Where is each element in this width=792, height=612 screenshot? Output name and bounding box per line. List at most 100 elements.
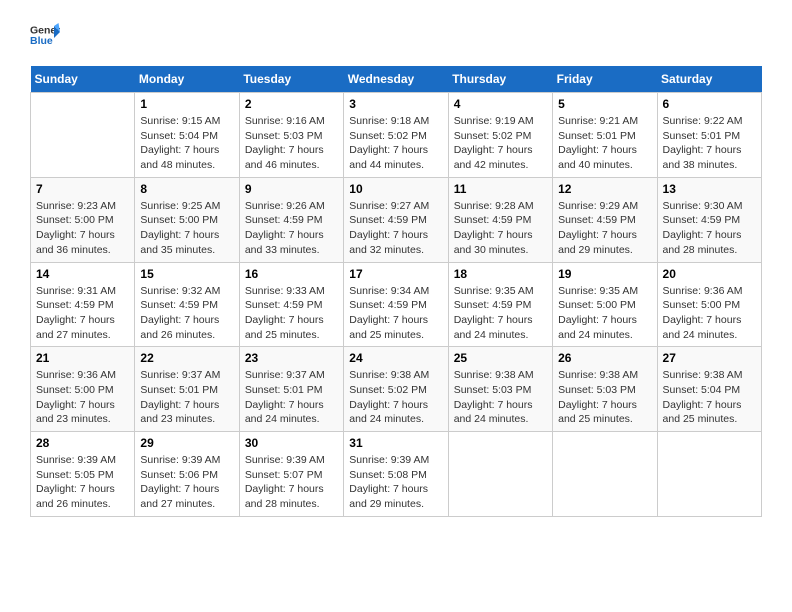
calendar-week-row: 21 Sunrise: 9:36 AMSunset: 5:00 PMDayligh… (31, 347, 762, 432)
calendar-cell: 9 Sunrise: 9:26 AMSunset: 4:59 PMDaylight… (239, 177, 343, 262)
day-info: Sunrise: 9:39 AMSunset: 5:05 PMDaylight:… (36, 453, 129, 512)
day-number: 12 (558, 182, 651, 196)
day-number: 5 (558, 97, 651, 111)
day-number: 8 (140, 182, 233, 196)
day-number: 1 (140, 97, 233, 111)
logo: General Blue (30, 20, 60, 50)
calendar-body: 1Sunrise: 9:15 AMSunset: 5:04 PMDaylight… (31, 93, 762, 517)
day-info: Sunrise: 9:26 AMSunset: 4:59 PMDaylight:… (245, 199, 338, 258)
day-number: 16 (245, 267, 338, 281)
day-info: Sunrise: 9:37 AMSunset: 5:01 PMDaylight:… (245, 368, 338, 427)
day-number: 9 (245, 182, 338, 196)
day-info: Sunrise: 9:37 AMSunset: 5:01 PMDaylight:… (140, 368, 233, 427)
header: General Blue (30, 20, 762, 50)
calendar-cell: 30 Sunrise: 9:39 AMSunset: 5:07 PMDayligh… (239, 432, 343, 517)
day-number: 14 (36, 267, 129, 281)
calendar-header-monday: Monday (135, 66, 239, 93)
day-number: 23 (245, 351, 338, 365)
calendar-week-row: 28 Sunrise: 9:39 AMSunset: 5:05 PMDayligh… (31, 432, 762, 517)
calendar-cell: 29 Sunrise: 9:39 AMSunset: 5:06 PMDayligh… (135, 432, 239, 517)
day-number: 25 (454, 351, 547, 365)
day-info: Sunrise: 9:39 AMSunset: 5:07 PMDaylight:… (245, 453, 338, 512)
day-number: 10 (349, 182, 442, 196)
calendar-week-row: 7 Sunrise: 9:23 AMSunset: 5:00 PMDaylight… (31, 177, 762, 262)
calendar-cell: 28 Sunrise: 9:39 AMSunset: 5:05 PMDayligh… (31, 432, 135, 517)
day-number: 17 (349, 267, 442, 281)
day-number: 6 (663, 97, 756, 111)
day-info: Sunrise: 9:28 AMSunset: 4:59 PMDaylight:… (454, 199, 547, 258)
day-info: Sunrise: 9:38 AMSunset: 5:03 PMDaylight:… (558, 368, 651, 427)
day-info: Sunrise: 9:36 AMSunset: 5:00 PMDaylight:… (36, 368, 129, 427)
day-info: Sunrise: 9:22 AMSunset: 5:01 PMDaylight:… (663, 114, 756, 173)
calendar-cell: 16 Sunrise: 9:33 AMSunset: 4:59 PMDayligh… (239, 262, 343, 347)
day-info: Sunrise: 9:23 AMSunset: 5:00 PMDaylight:… (36, 199, 129, 258)
calendar-week-row: 1Sunrise: 9:15 AMSunset: 5:04 PMDaylight… (31, 93, 762, 178)
day-info: Sunrise: 9:39 AMSunset: 5:06 PMDaylight:… (140, 453, 233, 512)
day-info: Sunrise: 9:36 AMSunset: 5:00 PMDaylight:… (663, 284, 756, 343)
calendar-cell: 10 Sunrise: 9:27 AMSunset: 4:59 PMDayligh… (344, 177, 448, 262)
calendar-header-row: SundayMondayTuesdayWednesdayThursdayFrid… (31, 66, 762, 93)
day-info: Sunrise: 9:34 AMSunset: 4:59 PMDaylight:… (349, 284, 442, 343)
calendar-cell: 24Sunrise: 9:38 AMSunset: 5:02 PMDayligh… (344, 347, 448, 432)
calendar-cell: 1Sunrise: 9:15 AMSunset: 5:04 PMDaylight… (135, 93, 239, 178)
day-number: 11 (454, 182, 547, 196)
calendar-cell (448, 432, 552, 517)
day-number: 18 (454, 267, 547, 281)
day-info: Sunrise: 9:30 AMSunset: 4:59 PMDaylight:… (663, 199, 756, 258)
day-number: 31 (349, 436, 442, 450)
calendar-header-sunday: Sunday (31, 66, 135, 93)
calendar-cell: 14 Sunrise: 9:31 AMSunset: 4:59 PMDayligh… (31, 262, 135, 347)
calendar-cell: 4Sunrise: 9:19 AMSunset: 5:02 PMDaylight… (448, 93, 552, 178)
calendar-cell: 25 Sunrise: 9:38 AMSunset: 5:03 PMDayligh… (448, 347, 552, 432)
calendar-cell: 13Sunrise: 9:30 AMSunset: 4:59 PMDayligh… (657, 177, 761, 262)
day-info: Sunrise: 9:39 AMSunset: 5:08 PMDaylight:… (349, 453, 442, 512)
calendar-cell: 31 Sunrise: 9:39 AMSunset: 5:08 PMDayligh… (344, 432, 448, 517)
calendar-cell: 23 Sunrise: 9:37 AMSunset: 5:01 PMDayligh… (239, 347, 343, 432)
calendar-week-row: 14 Sunrise: 9:31 AMSunset: 4:59 PMDayligh… (31, 262, 762, 347)
day-number: 20 (663, 267, 756, 281)
day-info: Sunrise: 9:38 AMSunset: 5:02 PMDaylight:… (349, 368, 442, 427)
calendar-header-friday: Friday (553, 66, 657, 93)
day-number: 22 (140, 351, 233, 365)
day-number: 3 (349, 97, 442, 111)
calendar-header-saturday: Saturday (657, 66, 761, 93)
day-number: 15 (140, 267, 233, 281)
calendar-cell: 20 Sunrise: 9:36 AMSunset: 5:00 PMDayligh… (657, 262, 761, 347)
calendar-cell: 2 Sunrise: 9:16 AMSunset: 5:03 PMDaylight… (239, 93, 343, 178)
calendar-table: SundayMondayTuesdayWednesdayThursdayFrid… (30, 66, 762, 517)
day-info: Sunrise: 9:35 AMSunset: 5:00 PMDaylight:… (558, 284, 651, 343)
svg-text:Blue: Blue (30, 35, 53, 47)
calendar-cell: 5Sunrise: 9:21 AMSunset: 5:01 PMDaylight… (553, 93, 657, 178)
day-number: 21 (36, 351, 129, 365)
calendar-header-tuesday: Tuesday (239, 66, 343, 93)
day-number: 2 (245, 97, 338, 111)
calendar-cell: 15Sunrise: 9:32 AMSunset: 4:59 PMDayligh… (135, 262, 239, 347)
day-info: Sunrise: 9:35 AMSunset: 4:59 PMDaylight:… (454, 284, 547, 343)
day-info: Sunrise: 9:38 AMSunset: 5:03 PMDaylight:… (454, 368, 547, 427)
calendar-cell: 3 Sunrise: 9:18 AMSunset: 5:02 PMDaylight… (344, 93, 448, 178)
day-number: 7 (36, 182, 129, 196)
day-info: Sunrise: 9:27 AMSunset: 4:59 PMDaylight:… (349, 199, 442, 258)
day-info: Sunrise: 9:33 AMSunset: 4:59 PMDaylight:… (245, 284, 338, 343)
day-info: Sunrise: 9:16 AMSunset: 5:03 PMDaylight:… (245, 114, 338, 173)
calendar-cell (657, 432, 761, 517)
day-info: Sunrise: 9:29 AMSunset: 4:59 PMDaylight:… (558, 199, 651, 258)
calendar-cell: 22 Sunrise: 9:37 AMSunset: 5:01 PMDayligh… (135, 347, 239, 432)
calendar-cell: 26Sunrise: 9:38 AMSunset: 5:03 PMDayligh… (553, 347, 657, 432)
day-info: Sunrise: 9:18 AMSunset: 5:02 PMDaylight:… (349, 114, 442, 173)
day-info: Sunrise: 9:31 AMSunset: 4:59 PMDaylight:… (36, 284, 129, 343)
day-info: Sunrise: 9:38 AMSunset: 5:04 PMDaylight:… (663, 368, 756, 427)
day-number: 29 (140, 436, 233, 450)
calendar-cell: 11 Sunrise: 9:28 AMSunset: 4:59 PMDayligh… (448, 177, 552, 262)
calendar-cell: 12 Sunrise: 9:29 AMSunset: 4:59 PMDayligh… (553, 177, 657, 262)
calendar-header-thursday: Thursday (448, 66, 552, 93)
day-info: Sunrise: 9:19 AMSunset: 5:02 PMDaylight:… (454, 114, 547, 173)
day-number: 27 (663, 351, 756, 365)
calendar-cell: 18 Sunrise: 9:35 AMSunset: 4:59 PMDayligh… (448, 262, 552, 347)
calendar-cell: 27 Sunrise: 9:38 AMSunset: 5:04 PMDayligh… (657, 347, 761, 432)
day-number: 30 (245, 436, 338, 450)
calendar-header-wednesday: Wednesday (344, 66, 448, 93)
calendar-cell: 17 Sunrise: 9:34 AMSunset: 4:59 PMDayligh… (344, 262, 448, 347)
day-number: 28 (36, 436, 129, 450)
calendar-cell: 21 Sunrise: 9:36 AMSunset: 5:00 PMDayligh… (31, 347, 135, 432)
